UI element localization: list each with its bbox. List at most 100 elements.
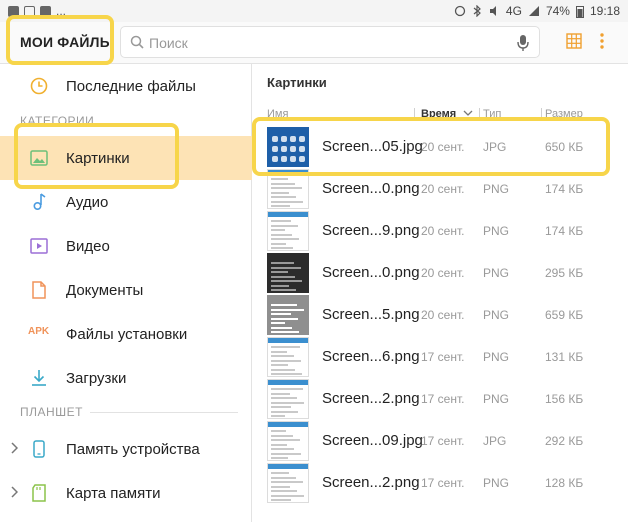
sidebar-item-recent[interactable]: Последние файлы [0,64,252,108]
file-size: 128 КБ [545,476,584,490]
column-time[interactable]: Время [421,108,456,120]
file-row[interactable]: Screen...2.png 17 сент. PNG 128 КБ [253,462,628,504]
file-row[interactable]: Screen...0.png 20 сент. PNG 295 КБ [253,252,628,294]
sidebar-item-images[interactable]: Картинки [0,136,252,180]
apk-icon: APK [28,326,50,337]
column-headers: Имя Время Тип Размер [253,102,628,124]
file-row[interactable]: Screen...05.jpg 20 сент. JPG 650 КБ [253,126,628,168]
sidebar-item-label: Файлы установки [66,325,188,343]
file-size: 292 КБ [545,434,584,448]
section-divider [90,412,238,413]
sidebar-item-label: Документы [66,281,144,299]
sidebar-item-sd-card[interactable]: Карта памяти [0,471,252,515]
search-icon [130,35,144,49]
more-notifications: ... [56,4,67,18]
file-row[interactable]: Screen...2.png 17 сент. PNG 156 КБ [253,378,628,420]
file-type: JPG [483,434,507,448]
grid-view-icon[interactable] [566,33,582,49]
file-name: Screen...0.png [322,180,420,197]
sidebar-item-label: Аудио [66,193,109,211]
app-notification-icon [40,5,51,17]
file-type: PNG [483,350,510,364]
file-row[interactable]: Screen...09.jpg 17 сент. JPG 292 КБ [253,420,628,462]
file-thumbnail [267,253,309,293]
file-thumbnail [267,169,309,209]
video-icon [30,238,48,254]
file-thumbnail [267,211,309,251]
download-icon [32,370,46,386]
gallery-notification-icon [8,5,19,17]
microphone-icon[interactable] [517,34,529,52]
file-date: 20 сент. [421,266,465,280]
file-type: PNG [483,308,510,322]
clock-icon [30,77,48,95]
file-type: JPG [483,140,507,154]
chevron-right-icon[interactable] [10,442,18,454]
file-row[interactable]: Screen...6.png 17 сент. PNG 131 КБ [253,336,628,378]
sidebar-item-documents[interactable]: Документы [0,268,252,312]
file-row[interactable]: Screen...9.png 20 сент. PNG 174 КБ [253,210,628,252]
system-status: 4G 74% 19:18 [454,4,620,18]
music-note-icon [33,193,46,211]
sidebar-item-downloads[interactable]: Загрузки [0,356,252,400]
file-size: 659 КБ [545,308,584,322]
file-thumbnail [267,421,309,461]
file-date: 20 сент. [421,224,465,238]
sort-desc-icon[interactable] [463,110,473,116]
column-separator [414,108,415,120]
file-type: PNG [483,182,510,196]
file-row[interactable]: Screen...0.png 20 сент. PNG 174 КБ [253,168,628,210]
file-thumbnail [267,337,309,377]
file-name: Screen...2.png [322,474,420,491]
file-name: Screen...0.png [322,264,420,281]
column-name[interactable]: Имя [267,108,288,120]
column-type[interactable]: Тип [483,108,501,120]
file-name: Screen...6.png [322,348,420,365]
app-title[interactable]: МОИ ФАЙЛЫ [20,34,114,50]
chevron-right-icon[interactable] [10,486,18,498]
file-thumbnail [267,379,309,419]
file-name: Screen...9.png [322,222,420,239]
file-size: 156 КБ [545,392,584,406]
file-name: Screen...09.jpg [322,432,423,449]
file-type: PNG [483,266,510,280]
file-thumbnail [267,463,309,503]
file-date: 17 сент. [421,350,465,364]
document-icon [32,281,46,299]
app-bar: МОИ ФАЙЛЫ Поиск [0,22,628,64]
file-row[interactable]: Screen...5.png 20 сент. PNG 659 КБ [253,294,628,336]
file-size: 174 КБ [545,224,584,238]
file-list-pane: Картинки Имя Время Тип Размер Screen...0… [253,64,628,522]
battery-percent: 74% [545,4,570,18]
search-input[interactable]: Поиск [120,26,540,58]
search-placeholder: Поиск [149,35,188,51]
status-bar: ... 4G 74% 19:18 [0,0,628,22]
more-vert-icon[interactable] [598,32,606,50]
section-categories: КАТЕГОРИИ [20,114,95,128]
clock: 19:18 [589,4,620,18]
sidebar-item-label: Загрузки [66,369,127,387]
file-date: 20 сент. [421,182,465,196]
file-thumbnail [267,127,309,167]
sidebar-item-label: Память устройства [66,440,200,458]
file-date: 17 сент. [421,392,465,406]
sidebar: Последние файлы КАТЕГОРИИ Картинки Аудио… [0,64,252,522]
file-thumbnail [267,295,309,335]
sidebar-item-apk[interactable]: APK Файлы установки [0,312,252,356]
file-size: 650 КБ [545,140,584,154]
file-type: PNG [483,392,510,406]
column-separator [541,108,542,120]
battery-icon [575,5,584,18]
sidebar-item-label: Картинки [66,149,130,167]
sync-icon [454,5,466,17]
file-type: PNG [483,224,510,238]
edit-notification-icon [24,5,35,17]
column-size[interactable]: Размер [545,108,583,120]
notification-icons: ... [8,4,66,18]
file-size: 295 КБ [545,266,584,280]
sidebar-item-device-storage[interactable]: Память устройства [0,427,252,471]
sidebar-item-audio[interactable]: Аудио [0,180,252,224]
file-date: 17 сент. [421,476,465,490]
sidebar-item-video[interactable]: Видео [0,224,252,268]
file-type: PNG [483,476,510,490]
